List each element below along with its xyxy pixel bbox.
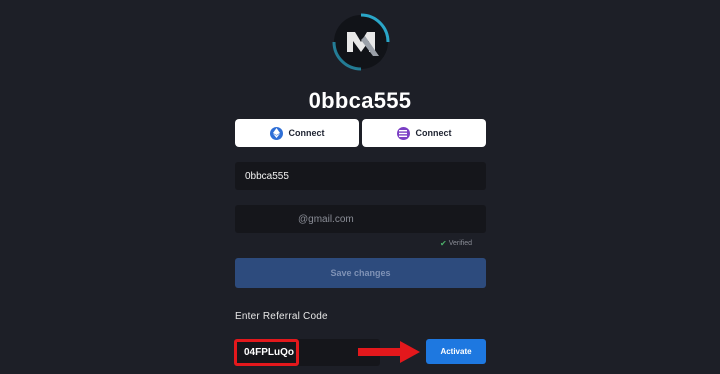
- connect-ethereum-label: Connect: [288, 128, 325, 138]
- email-verified-status: ✔ Verified: [440, 239, 472, 248]
- save-changes-button[interactable]: Save changes: [235, 258, 486, 288]
- activate-label: Activate: [440, 347, 472, 356]
- app-logo: [332, 13, 390, 71]
- solana-icon: [396, 126, 410, 140]
- username-field-value: 0bbca555: [245, 170, 289, 182]
- username-field[interactable]: 0bbca555: [235, 162, 486, 190]
- check-icon: ✔: [440, 239, 447, 248]
- email-field-value: @gmail.com: [298, 213, 354, 225]
- connect-solana-button[interactable]: Connect: [362, 119, 486, 147]
- profile-username: 0bbca555: [308, 88, 412, 113]
- email-verified-label: Verified: [448, 240, 473, 247]
- referral-code-label: Enter Referral Code: [235, 311, 328, 322]
- save-changes-label: Save changes: [330, 268, 391, 278]
- connect-ethereum-button[interactable]: Connect: [235, 119, 359, 147]
- referral-code-highlight: 04FPLuQo: [234, 339, 299, 366]
- connect-solana-label: Connect: [415, 128, 452, 138]
- referral-code-value: 04FPLuQo: [244, 347, 295, 358]
- arrow-right-icon: [358, 341, 420, 363]
- activate-button[interactable]: Activate: [426, 339, 486, 364]
- ethereum-icon: [269, 126, 283, 140]
- email-field[interactable]: @gmail.com: [235, 205, 486, 233]
